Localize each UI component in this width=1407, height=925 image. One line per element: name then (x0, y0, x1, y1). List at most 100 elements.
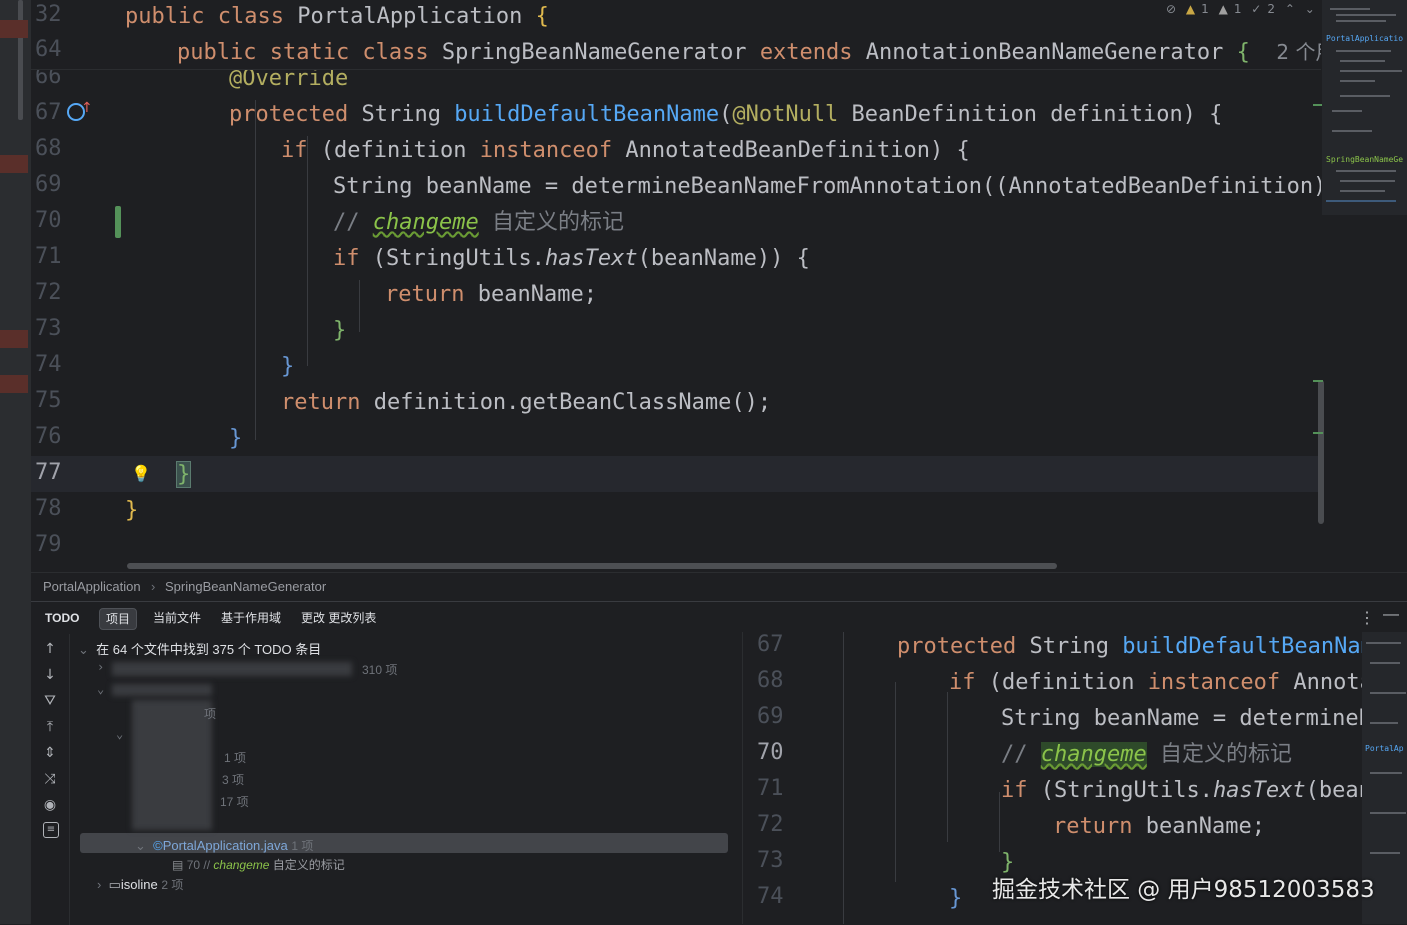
tab-changelist[interactable]: 更改 更改列表 (295, 608, 382, 628)
minimap-label: SpringBeanNameGe (1326, 155, 1404, 164)
code-line[interactable]: if (StringUtils.hasText(beanName)) { (333, 244, 810, 274)
arrow-up-icon[interactable]: ↑ (81, 100, 93, 116)
code-line[interactable]: if (definition instanceof AnnotatedBeanD… (281, 136, 970, 166)
chevron-right-icon[interactable]: › (97, 660, 104, 674)
editor-vertical-scrollbar[interactable] (1318, 380, 1324, 524)
todo-folder-count: 2 项 (161, 878, 184, 892)
folder-icon: ▭ (108, 877, 121, 892)
weak-warning-icon[interactable]: ▲ (1219, 2, 1228, 16)
todo-entry-row[interactable]: ▤ 70 // changeme 自定义的标记 (172, 856, 345, 873)
line-number: 76 (35, 424, 62, 449)
line-number: 69 (757, 704, 784, 729)
code-minimap[interactable]: PortalApplicatio SpringBeanNameGe (1322, 0, 1407, 215)
arrow-down-icon[interactable]: ↓ (41, 666, 59, 684)
breadcrumb-item[interactable]: SpringBeanNameGenerator (165, 579, 326, 594)
todo-comment-line[interactable]: // changeme 自定义的标记 (333, 208, 624, 238)
chevron-down-icon[interactable]: ⌄ (116, 727, 123, 741)
code-line[interactable]: if (StringUtils.hasText(bean (1001, 776, 1363, 806)
inspection-widget[interactable]: ⊘ ▲ 1 ▲ 1 ✓ 2 ⌃ ⌄ (1166, 2, 1326, 20)
change-gutter-mark (1313, 432, 1323, 434)
warning-icon[interactable]: ▲ (1186, 2, 1195, 16)
code-line[interactable]: } (125, 496, 138, 526)
indent-guide (307, 136, 308, 366)
expand-all-icon[interactable]: ⇕ (41, 744, 59, 762)
code-line[interactable]: } (229, 424, 242, 454)
indent-guide (255, 100, 256, 440)
todo-folder-name: isoline (120, 877, 158, 892)
navigate-icon[interactable]: ⤒ (41, 718, 59, 736)
class-declaration: public static class SpringBeanNameGenera… (177, 37, 1321, 68)
left-tool-strip (0, 0, 31, 924)
tab-current-file[interactable]: 当前文件 (147, 608, 207, 628)
usages-hint[interactable]: 2 个用法 (1276, 40, 1321, 64)
code-line[interactable]: return beanName; (1053, 812, 1265, 842)
line-number: 70 (757, 740, 784, 765)
todo-comment-line[interactable]: // changeme 自定义的标记 (1001, 740, 1292, 770)
editor-horizontal-scrollbar[interactable] (127, 563, 1057, 569)
java-class-icon: © (153, 838, 163, 853)
redacted-item (132, 700, 212, 830)
chevron-down-icon[interactable]: ⌄ (135, 838, 146, 853)
sticky-line[interactable]: 64 public static class SpringBeanNameGen… (31, 36, 1321, 70)
change-gutter-mark (1313, 380, 1323, 382)
code-line[interactable]: } (175, 460, 192, 490)
breadcrumb: PortalApplication › SpringBeanNameGenera… (31, 572, 1407, 601)
eye-icon[interactable]: ◉ (41, 796, 59, 814)
line-number: 72 (757, 812, 784, 837)
chevron-up-icon[interactable]: ⌃ (1285, 2, 1295, 16)
todo-folder-row[interactable]: › ▭isoline 2 项 (97, 876, 183, 893)
preview-icon[interactable]: ≡ (43, 822, 59, 838)
code-line[interactable]: return definition.getBeanClassName(); (281, 388, 771, 418)
line-number: 70 (35, 208, 62, 233)
minimap-label: PortalApplicatio (1326, 34, 1404, 43)
todo-entry-tag: changeme (213, 858, 270, 872)
code-line[interactable]: return beanName; (385, 280, 597, 310)
collapse-all-icon[interactable]: ⤨ (41, 770, 59, 788)
code-line[interactable]: protected String buildDefaultBeanNam (897, 632, 1363, 662)
left-marker (0, 20, 28, 38)
code-line[interactable]: protected String buildDefaultBeanName(@N… (229, 100, 1222, 130)
chevron-down-icon[interactable]: ⌄ (1305, 2, 1315, 16)
tab-scope-based[interactable]: 基于作用域 (215, 608, 287, 628)
redacted-item (112, 662, 352, 676)
code-line[interactable]: if (definition instanceof Annota (949, 668, 1363, 698)
chevron-down-icon[interactable]: ⌄ (97, 682, 104, 696)
check-icon[interactable]: ✓ (1251, 2, 1261, 16)
filter-icon[interactable]: ⛛ (41, 692, 59, 710)
line-number: 71 (757, 776, 784, 801)
minimize-icon[interactable]: — (1383, 606, 1399, 624)
sticky-line[interactable]: 32 public class PortalApplication { (31, 0, 1321, 37)
item-count: 项 (204, 707, 217, 721)
tab-project[interactable]: 项目 (99, 608, 138, 630)
left-marker (0, 330, 28, 348)
redacted-item (112, 684, 212, 696)
todo-summary-row[interactable]: ⌄ 在 64 个文件中找到 375 个 TODO 条目 (78, 639, 321, 658)
check-count: 2 (1267, 2, 1275, 16)
line-number: 78 (35, 496, 62, 521)
code-line[interactable]: String beanName = determineBeanNameFromA… (333, 172, 1321, 202)
left-marker (0, 375, 28, 393)
breadcrumb-item[interactable]: PortalApplication (43, 579, 141, 594)
arrow-up-icon[interactable]: ↑ (41, 640, 59, 658)
line-number: 72 (35, 280, 62, 305)
lightbulb-icon[interactable]: 💡 (131, 464, 151, 483)
item-count: 3 项 (222, 773, 245, 787)
todo-file-row[interactable]: ⌄ ©PortalApplication.java 1 项 (135, 837, 313, 854)
vcs-change-marker[interactable] (115, 206, 121, 238)
line-number: 75 (35, 388, 62, 413)
line-number: 77 (35, 460, 62, 485)
left-marker (0, 155, 28, 173)
chevron-right-icon[interactable]: › (97, 877, 101, 892)
line-number: 79 (35, 532, 62, 557)
todo-entry-prefix: // (203, 858, 211, 872)
more-options-icon[interactable]: ⋮ (1359, 608, 1375, 628)
code-editor[interactable]: 66 @Override 67 ↑ protected String build… (31, 0, 1321, 572)
code-line[interactable]: } (281, 352, 294, 382)
todo-side-toolbar: ↑ ↓ ⛛ ⤒ ⇕ ⤨ ◉ ≡ (31, 634, 70, 925)
left-scrollbar[interactable] (18, 0, 23, 120)
code-line[interactable]: } (949, 884, 962, 914)
code-line[interactable]: } (333, 316, 346, 346)
chevron-down-icon[interactable]: ⌄ (78, 642, 89, 657)
code-line[interactable]: String beanName = determineB (1001, 704, 1363, 734)
eye-off-icon[interactable]: ⊘ (1166, 2, 1176, 16)
